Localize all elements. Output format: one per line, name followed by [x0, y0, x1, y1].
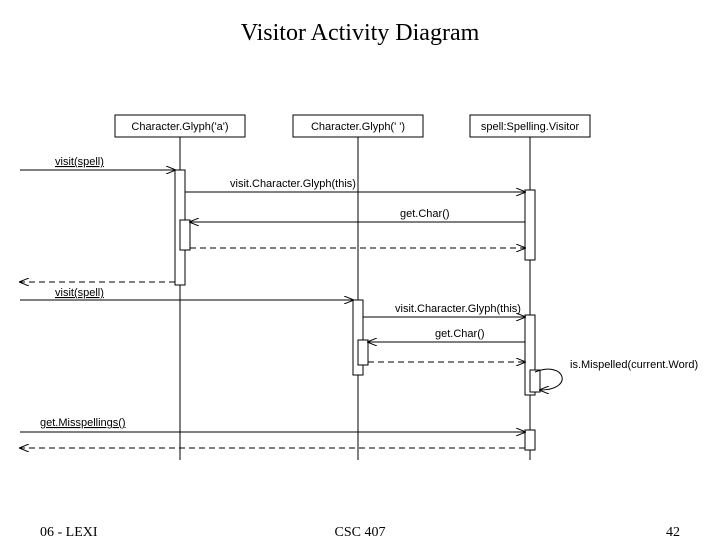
activation-2b — [358, 340, 368, 365]
activation-3a — [525, 190, 535, 260]
activation-3c — [530, 370, 540, 392]
msg-label-6: get.Char() — [435, 328, 485, 340]
msg-label-2: visit.Character.Glyph(this) — [230, 178, 356, 190]
msg-label-1: visit(spell) — [55, 156, 104, 168]
activation-3d — [525, 430, 535, 450]
activation-1b — [180, 220, 190, 250]
participant-label-3: spell:Spelling.Visitor — [481, 121, 580, 133]
page-title: Visitor Activity Diagram — [0, 0, 720, 47]
msg-label-4: visit(spell) — [55, 287, 104, 299]
msg-label-3: get.Char() — [400, 208, 450, 220]
msg-label-8: get.Misspellings() — [40, 417, 126, 429]
participant-label-2: Character.Glyph(' ') — [311, 121, 405, 133]
footer-right: 42 — [666, 525, 680, 541]
footer-center: CSC 407 — [0, 525, 720, 541]
msg-label-7: is.Mispelled(current.Word) — [570, 359, 698, 371]
msg-label-5: visit.Character.Glyph(this) — [395, 303, 521, 315]
participant-label-1: Character.Glyph('a') — [131, 121, 228, 133]
sequence-diagram: Character.Glyph('a') Character.Glyph(' '… — [0, 60, 720, 490]
